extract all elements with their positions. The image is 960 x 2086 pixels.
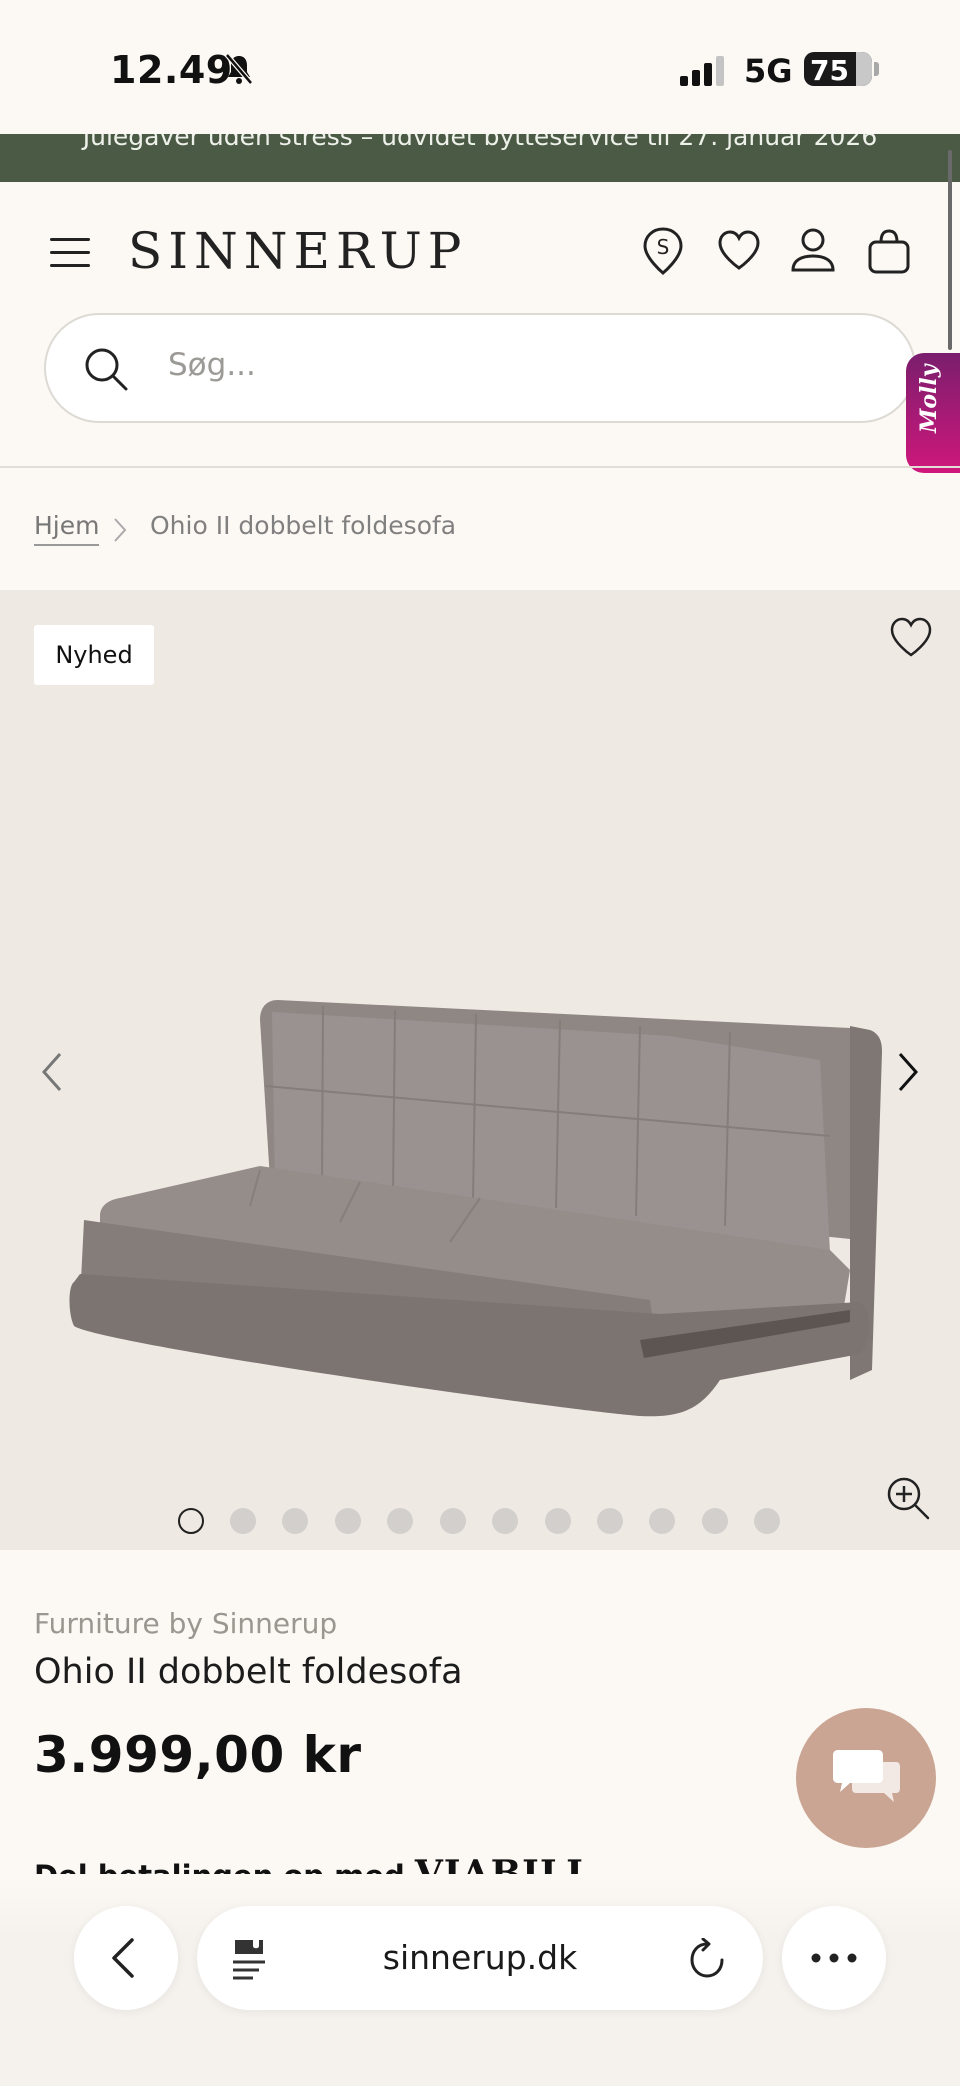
breadcrumb-current: Ohio II dobbelt foldesofa [150, 511, 457, 540]
assistant-tab[interactable]: Molly [906, 353, 960, 473]
assistant-tab-label: Molly [916, 364, 942, 433]
battery-icon: 75 [804, 52, 872, 87]
product-image[interactable] [60, 970, 900, 1450]
wishlist-icon[interactable] [716, 226, 762, 276]
scrollbar[interactable] [948, 150, 952, 350]
account-icon[interactable] [790, 226, 836, 276]
svg-text:S: S [657, 235, 670, 259]
payment-provider-logo: VIABILL [414, 1853, 593, 1874]
gallery-dot[interactable] [230, 1508, 256, 1534]
network-type: 5G [744, 52, 793, 90]
new-badge: Nyhed [34, 625, 154, 685]
zoom-icon[interactable] [884, 1474, 932, 1522]
promo-banner[interactable]: Julegaver uden stress – udvidet bytteser… [0, 134, 960, 182]
breadcrumb-home-link[interactable]: Hjem [34, 511, 100, 546]
browser-back-button[interactable] [74, 1906, 178, 2010]
gallery-dot[interactable] [545, 1508, 571, 1534]
gallery-dot[interactable] [702, 1508, 728, 1534]
status-bar: 12.49 5G 75 [0, 0, 960, 134]
gallery-dot[interactable] [178, 1508, 204, 1534]
site-logo[interactable]: SINNERUP [128, 222, 467, 280]
gallery-dot[interactable] [492, 1508, 518, 1534]
ellipsis-icon [811, 1953, 857, 1963]
battery-level: 75 [810, 54, 849, 87]
chat-icon [833, 1750, 900, 1802]
search-icon [85, 348, 128, 391]
gallery-dot[interactable] [754, 1508, 780, 1534]
menu-button[interactable] [50, 238, 90, 268]
url-text: sinnerup.dk [382, 1938, 578, 1977]
address-bar[interactable]: sinnerup.dk [197, 1906, 763, 2010]
product-brand[interactable]: Furniture by Sinnerup [34, 1607, 337, 1640]
product-price: 3.999,00 kr [34, 1726, 362, 1784]
more-options-button[interactable] [782, 1906, 886, 2010]
gallery-dot[interactable] [387, 1508, 413, 1534]
product-title: Ohio II dobbelt foldesofa [34, 1652, 463, 1692]
search-placeholder: Søg... [168, 347, 256, 383]
reload-icon[interactable] [687, 1938, 727, 1980]
bell-muted-icon [225, 53, 253, 85]
status-time: 12.49 [110, 48, 233, 92]
cart-icon[interactable] [866, 226, 912, 276]
gallery-dot[interactable] [335, 1508, 361, 1534]
previous-image-button[interactable] [40, 1050, 64, 1094]
gallery-dot[interactable] [649, 1508, 675, 1534]
next-image-button[interactable] [896, 1050, 920, 1094]
chevron-right-icon [114, 518, 127, 542]
gallery-dot[interactable] [440, 1508, 466, 1534]
gallery-dot[interactable] [597, 1508, 623, 1534]
header-divider [0, 466, 960, 468]
gallery-dot[interactable] [282, 1508, 308, 1534]
payment-info: Del betalingen op med VIABILL [34, 1852, 592, 1874]
store-locator-icon[interactable]: S [640, 226, 686, 276]
promo-text: Julegaver uden stress – udvidet bytteser… [82, 134, 878, 151]
chevron-left-icon [112, 1938, 134, 1978]
add-to-wishlist-icon[interactable] [888, 616, 934, 660]
payment-text: Del betalingen op med [34, 1859, 405, 1874]
search-input[interactable]: Søg... [44, 313, 916, 423]
product-gallery[interactable]: Nyhed [0, 590, 960, 1550]
signal-icon [680, 56, 724, 86]
chat-button[interactable] [796, 1708, 936, 1848]
